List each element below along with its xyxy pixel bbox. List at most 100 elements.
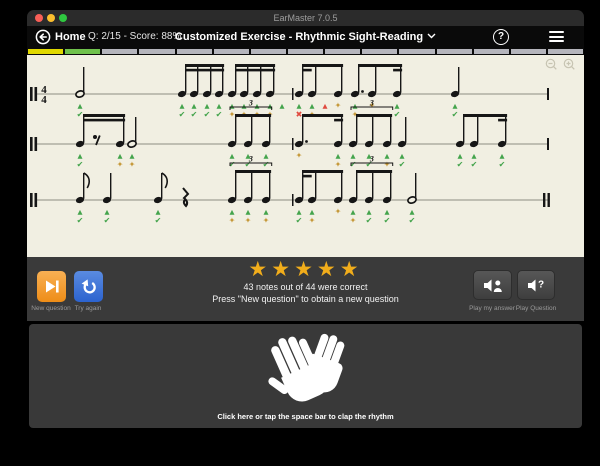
exercise-title: Customized Exercise - Rhythmic Sight-Rea… (175, 31, 423, 43)
svg-text:?: ? (537, 279, 543, 290)
svg-text:✔: ✔ (409, 216, 416, 225)
svg-text:▲: ▲ (395, 102, 400, 110)
star-icon: ★ (271, 258, 294, 281)
svg-text:✖: ✖ (296, 110, 303, 119)
speaker-question-icon: ? (527, 278, 546, 293)
svg-text:✔: ✔ (471, 160, 478, 169)
svg-text:✔: ✔ (216, 110, 223, 119)
new-question-label: New question (31, 305, 70, 312)
progress-segment (214, 49, 249, 54)
svg-text:▲: ▲ (242, 102, 247, 110)
svg-text:▲: ▲ (323, 102, 328, 110)
progress-segment (28, 49, 63, 54)
svg-text:▲: ▲ (458, 152, 463, 160)
progress-segment (511, 49, 546, 54)
svg-text:▲: ▲ (255, 102, 260, 110)
svg-text:✔: ✔ (204, 110, 211, 119)
svg-text:✔: ✔ (499, 160, 506, 169)
svg-text:▲: ▲ (217, 102, 222, 110)
svg-text:✦: ✦ (129, 160, 136, 169)
svg-text:3: 3 (248, 155, 253, 164)
titlebar: EarMaster 7.0.5 (27, 10, 584, 27)
star-icon: ★ (317, 258, 340, 281)
svg-text:✔: ✔ (104, 216, 111, 225)
progress-segment (325, 49, 360, 54)
svg-text:✔: ✔ (155, 216, 162, 225)
progress-segment (288, 49, 323, 54)
svg-text:▲: ▲ (264, 152, 269, 160)
svg-text:✦: ✦ (117, 160, 124, 169)
svg-text:3: 3 (369, 99, 374, 108)
svg-text:✦: ✦ (309, 216, 316, 225)
star-icon: ★ (248, 258, 271, 281)
svg-text:3: 3 (369, 155, 374, 164)
svg-text:✦: ✦ (245, 216, 252, 225)
svg-text:▲: ▲ (105, 208, 110, 216)
svg-text:▲: ▲ (78, 102, 83, 110)
menu-button[interactable] (549, 31, 564, 42)
svg-text:✔: ✔ (263, 160, 270, 169)
menu-icon (549, 31, 564, 33)
svg-text:▲: ▲ (205, 102, 210, 110)
zoom-in-icon[interactable] (563, 58, 576, 71)
star-icon: ★ (294, 258, 317, 281)
svg-text:▲: ▲ (353, 102, 358, 110)
rhythm-notation: 44▲✔▲✔▲✔▲✔▲✔▲✦▲✦▲✦▲✦▲▲✖▲✦▲✦▲✦✦▲✔▲✔33▲✔▲✦… (27, 55, 584, 257)
svg-text:✔: ✔ (77, 160, 84, 169)
star-icon: ★ (340, 258, 363, 281)
svg-text:✦: ✦ (335, 207, 342, 216)
svg-text:▲: ▲ (367, 208, 372, 216)
svg-text:✦: ✦ (229, 110, 236, 119)
svg-text:▲: ▲ (336, 152, 341, 160)
svg-text:✔: ✔ (384, 216, 391, 225)
try-again-label: Try again (75, 305, 102, 312)
svg-text:✔: ✔ (457, 160, 464, 169)
svg-text:▲: ▲ (310, 208, 315, 216)
svg-text:✔: ✔ (179, 110, 186, 119)
progress-segment (362, 49, 397, 54)
clap-hands-icon (262, 329, 350, 415)
svg-text:▲: ▲ (130, 152, 135, 160)
svg-text:✦: ✦ (229, 216, 236, 225)
app-window: EarMaster 7.0.5 Home Q: 2/15 - Score: 88… (27, 10, 584, 455)
svg-text:✔: ✔ (296, 216, 303, 225)
zoom-out-icon[interactable] (545, 58, 558, 71)
svg-text:4: 4 (41, 94, 47, 106)
svg-text:▲: ▲ (410, 208, 415, 216)
svg-text:▲: ▲ (78, 208, 83, 216)
svg-text:✔: ✔ (394, 110, 401, 119)
svg-text:✦: ✦ (335, 160, 342, 169)
progress-segment (65, 49, 100, 54)
svg-text:▲: ▲ (230, 152, 235, 160)
notation-panel: 44▲✔▲✔▲✔▲✔▲✔▲✦▲✦▲✦▲✦▲▲✖▲✦▲✦▲✦✦▲✔▲✔33▲✔▲✦… (27, 55, 584, 257)
progress-segment (437, 49, 472, 54)
progress-segment (474, 49, 509, 54)
svg-text:▲: ▲ (351, 152, 356, 160)
clap-caption: Click here or tap the space bar to clap … (29, 412, 582, 421)
svg-text:✔: ✔ (366, 216, 373, 225)
svg-text:▲: ▲ (180, 102, 185, 110)
svg-text:▲: ▲ (230, 208, 235, 216)
svg-text:▲: ▲ (264, 208, 269, 216)
progress-segment (139, 49, 174, 54)
svg-text:✔: ✔ (399, 160, 406, 169)
chevron-down-icon (427, 33, 436, 39)
clap-area[interactable]: Click here or tap the space bar to clap … (29, 324, 582, 428)
svg-text:▲: ▲ (453, 102, 458, 110)
svg-text:▲: ▲ (400, 152, 405, 160)
svg-text:▲: ▲ (246, 208, 251, 216)
svg-text:✦: ✦ (350, 216, 357, 225)
play-my-answer-label: Play my answer (469, 305, 515, 312)
help-button[interactable]: ? (493, 29, 509, 45)
svg-text:▲: ▲ (297, 208, 302, 216)
svg-text:▲: ▲ (385, 152, 390, 160)
svg-text:✦: ✦ (384, 160, 391, 169)
navbar: Home Q: 2/15 - Score: 88% Customized Exe… (27, 26, 584, 48)
svg-text:✦: ✦ (335, 101, 342, 110)
play-question-button[interactable]: ? (517, 270, 555, 300)
play-my-answer-button[interactable] (473, 270, 512, 300)
play-question-label: Play Question (516, 305, 556, 312)
svg-text:▲: ▲ (385, 208, 390, 216)
svg-text:▲: ▲ (500, 152, 505, 160)
svg-text:▲: ▲ (297, 102, 302, 110)
